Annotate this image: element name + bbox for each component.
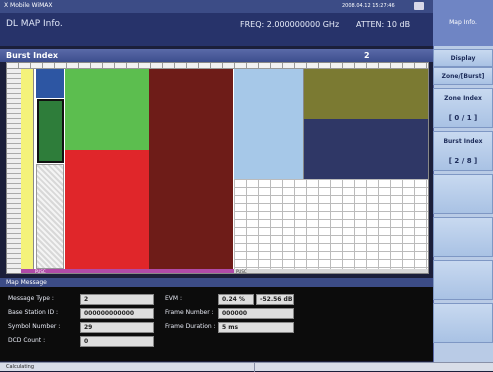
menu-blank-1[interactable] [433,174,493,214]
burst-light-blue[interactable] [234,69,304,179]
row-axis [7,69,21,273]
map-message-panel: Map Message Message Type : 2 Base Statio… [0,278,433,361]
view-title: DL MAP Info. [6,19,63,29]
header-bar: DL MAP Info. FREQ: 2.000000000 GHz ATTEN… [0,13,433,58]
burst-green[interactable] [65,69,149,150]
symbol-number-label: Symbol Number : [8,323,61,330]
zone-label-2: PUSC [236,269,247,274]
window-title-bar: X Mobile WiMAX 2008.04.12 15:27:46 [0,0,433,13]
status-text: Calculating [6,364,35,370]
frame-duration-label: Frame Duration : [165,323,216,330]
menu-burst-index-value: [ 2 / 8 ] [448,157,478,165]
menu-zone-burst-label: Zone/[Burst] [441,73,485,80]
burst-index-label: Burst Index [6,51,59,60]
menu-zone-index[interactable]: Zone Index [ 0 / 1 ] [433,88,493,128]
frame-duration-value: 5 ms [218,322,294,333]
burst-preamble[interactable] [21,69,34,269]
menu-blank-3[interactable] [433,260,493,300]
burst-maroon[interactable] [149,69,233,269]
burst-fch[interactable] [36,69,64,98]
frame-number-value: 000000 [218,308,294,319]
menu-zone-index-value: [ 0 / 1 ] [448,114,478,122]
burst-unused [36,164,64,269]
menu-burst-index[interactable]: Burst Index [ 2 / 8 ] [433,131,493,171]
menu-title-text: Map Info. [449,19,477,26]
evm-label: EVM : [165,295,183,302]
message-type-label: Message Type : [8,295,54,302]
symbol-number-value: 29 [80,322,154,333]
message-type-value: 2 [80,294,154,305]
status-bar: Calculating [0,362,493,372]
base-station-id-label: Base Station ID : [8,309,59,316]
menu-zone-index-label: Zone Index [444,95,482,102]
status-flags: 10ATTSININTCONT [227,41,303,58]
freq-readout: FREQ: 2.000000000 GHz [240,20,340,29]
burst-selected[interactable] [37,99,64,163]
window-title: X Mobile WiMAX [4,2,53,9]
burst-index-bar: Burst Index 2 [0,49,433,62]
burst-olive[interactable] [304,69,428,119]
empty-slots [234,179,428,269]
dl-map-grid: PUSC PUSC [6,62,429,274]
base-station-id-value: 000000000000 [80,308,154,319]
atten-readout: ATTEN: 10 dB [356,20,411,29]
dcd-count-value: 0 [80,336,154,347]
zone-label-1: PUSC [35,269,46,274]
burst-index-value: 2 [364,51,370,60]
map-message-title: Map Message [6,279,47,286]
menu-display-label: Display [450,55,476,62]
frame-number-label: Frame Number : [165,309,214,316]
folder-icon[interactable] [414,2,424,10]
menu-display[interactable]: Display [433,49,493,67]
menu-zone-burst[interactable]: Zone/[Burst] [433,67,493,85]
zone-bar-1: PUSC [21,269,234,274]
evm-db-value: -52.56 dB [256,294,294,305]
menu-blank-4[interactable] [433,303,493,343]
menu-title: Map Info. [433,0,493,46]
map-message-header: Map Message [0,278,433,287]
menu-blank-2[interactable] [433,217,493,257]
zone-bar-2: PUSC [234,269,428,274]
burst-navy[interactable] [304,119,428,179]
datetime-text: 2008.04.12 15:27:46 [342,3,395,9]
evm-percent-value: 0.24 % [218,294,254,305]
burst-red[interactable] [65,150,149,269]
menu-burst-index-label: Burst Index [443,138,483,145]
dcd-count-label: DCD Count : [8,337,46,344]
